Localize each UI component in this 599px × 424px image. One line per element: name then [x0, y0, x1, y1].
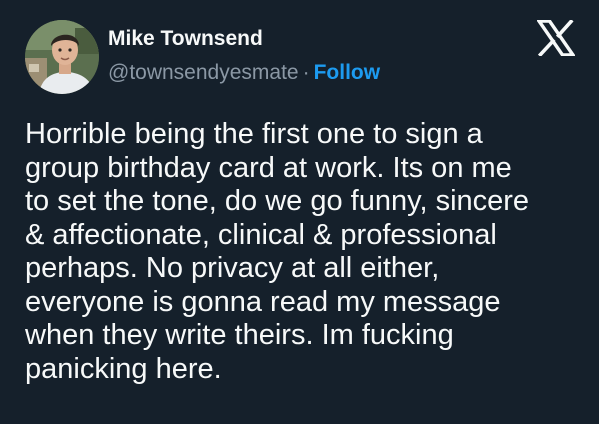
profile-photo	[25, 20, 99, 94]
display-name[interactable]: Mike Townsend	[108, 26, 263, 52]
tweet-text: Horrible being the first one to sign a g…	[25, 118, 585, 386]
x-logo-icon[interactable]	[535, 18, 577, 58]
tweet-line: & affectionate, clinical & professional	[25, 218, 497, 251]
tweet-line: perhaps. No privacy at all either,	[25, 252, 440, 284]
handle-row: @townsendyesmate · Follow	[108, 59, 380, 87]
handle[interactable]: @townsendyesmate	[108, 61, 299, 84]
tweet-line: to set the tone, do we go funny, sincere	[25, 185, 530, 217]
tweet-line: everyone is gonna read my message	[25, 285, 501, 318]
separator-dot: ·	[302, 61, 310, 84]
tweet-line: Horrible being the first one to sign a	[25, 118, 483, 150]
follow-button[interactable]: Follow	[314, 61, 381, 84]
tweet-card: Mike Townsend @townsendyesmate · Follow Ho…	[0, 0, 599, 424]
tweet-line: when they write theirs. Im fucking	[25, 319, 454, 351]
tweet-line: group birthday card at work. Its on me	[25, 151, 512, 184]
tweet-line: panicking here.	[25, 352, 222, 385]
avatar[interactable]	[25, 20, 99, 94]
